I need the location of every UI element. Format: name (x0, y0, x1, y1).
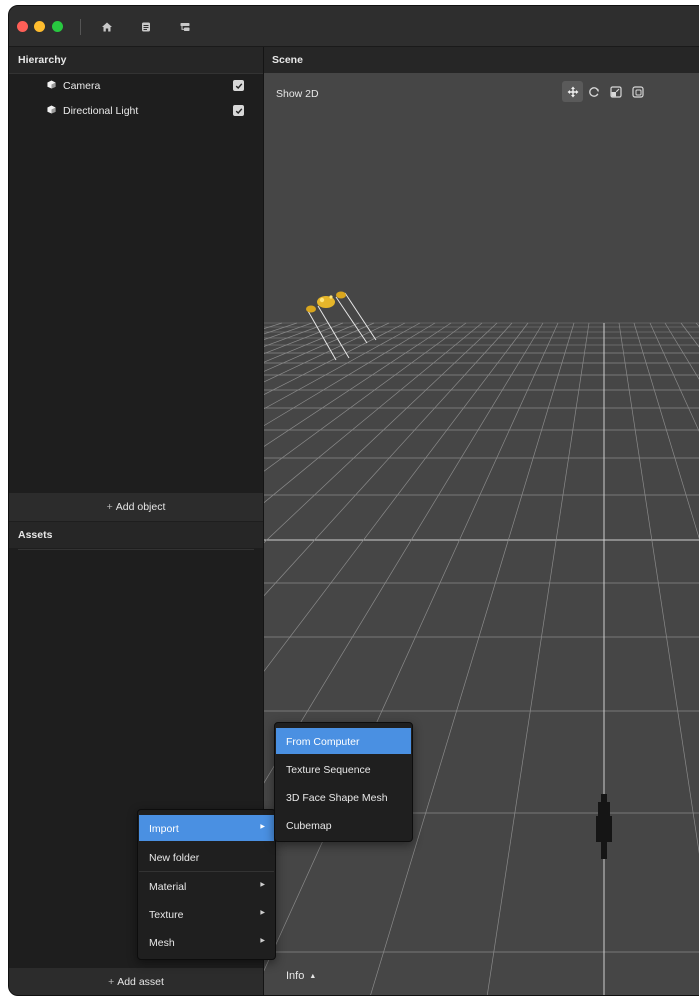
minimize-window-button[interactable] (34, 21, 45, 32)
show-2d-toggle[interactable]: Show 2D (276, 88, 319, 100)
app-window: Hierarchy Camera Directional Light + Add … (8, 5, 699, 996)
cube-icon (47, 80, 56, 92)
submenu-arrow-icon: ▶ (260, 882, 265, 888)
scene-title: Scene (264, 47, 699, 73)
menu-item-label: 3D Face Shape Mesh (286, 792, 388, 804)
document-icon[interactable] (138, 19, 154, 35)
visibility-checkbox[interactable] (233, 80, 244, 91)
menu-item-label: Texture (149, 909, 184, 921)
menu-item-from-computer[interactable]: From Computer (276, 728, 411, 754)
menu-item-mesh[interactable]: Mesh ▶ (139, 929, 274, 955)
rotate-tool-icon[interactable] (583, 81, 604, 102)
add-asset-context-menu: Import ▶ New folder Material ▶ Texture ▶… (137, 809, 276, 960)
hierarchy-icon[interactable] (177, 19, 193, 35)
menu-item-3d-face-shape-mesh[interactable]: 3D Face Shape Mesh (276, 784, 411, 810)
assets-title: Assets (9, 522, 263, 548)
menu-item-texture[interactable]: Texture ▶ (139, 901, 274, 927)
menu-item-label: Cubemap (286, 820, 332, 832)
rect-tool-icon[interactable] (627, 81, 648, 102)
scene-view[interactable]: Scene Show 2D Info ▲ (264, 47, 699, 995)
import-submenu: From Computer Texture Sequence 3D Face S… (274, 722, 413, 842)
move-tool-icon[interactable] (562, 81, 583, 102)
scale-tool-icon[interactable] (605, 81, 626, 102)
menu-item-label: Import (149, 823, 179, 835)
submenu-arrow-icon: ▶ (260, 938, 265, 944)
add-asset-button[interactable]: + Add asset (9, 968, 263, 995)
camera-gizmo (596, 794, 612, 859)
submenu-arrow-icon: ▶ (260, 824, 265, 830)
hierarchy-title: Hierarchy (9, 47, 263, 73)
menu-item-label: Texture Sequence (286, 764, 371, 776)
menu-item-cubemap[interactable]: Cubemap (276, 812, 411, 838)
menu-item-texture-sequence[interactable]: Texture Sequence (276, 756, 411, 782)
directional-light-gizmo (306, 291, 377, 361)
info-label: Info (286, 970, 305, 982)
menu-item-label: From Computer (286, 736, 360, 748)
cube-icon (47, 105, 56, 117)
add-object-label: Add object (115, 501, 166, 513)
close-window-button[interactable] (17, 21, 28, 32)
caret-up-icon: ▲ (309, 973, 317, 980)
plus-icon: + (108, 976, 115, 988)
toolbar-divider (80, 19, 81, 35)
hierarchy-item-label: Camera (63, 80, 101, 92)
hierarchy-item-camera[interactable]: Camera (9, 75, 263, 97)
hierarchy-item-label: Directional Light (63, 105, 139, 117)
title-bar (9, 6, 699, 47)
menu-item-new-folder[interactable]: New folder (139, 844, 274, 870)
menu-item-label: Material (149, 881, 187, 893)
info-toggle[interactable]: Info ▲ (286, 970, 316, 982)
menu-item-material[interactable]: Material ▶ (139, 873, 274, 899)
visibility-checkbox[interactable] (233, 105, 244, 116)
hierarchy-panel: Hierarchy Camera Directional Light + Add … (9, 47, 263, 522)
add-asset-label: Add asset (117, 976, 164, 988)
menu-item-import[interactable]: Import ▶ (139, 815, 274, 841)
menu-item-label: New folder (149, 852, 200, 864)
menu-item-label: Mesh (149, 937, 175, 949)
hierarchy-item-directional-light[interactable]: Directional Light (9, 100, 263, 122)
menu-separator (139, 871, 274, 872)
scene-grid (264, 291, 699, 995)
add-object-button[interactable]: + Add object (9, 493, 263, 521)
plus-icon: + (106, 501, 113, 513)
zoom-window-button[interactable] (52, 21, 63, 32)
submenu-arrow-icon: ▶ (260, 910, 265, 916)
home-icon[interactable] (99, 19, 115, 35)
